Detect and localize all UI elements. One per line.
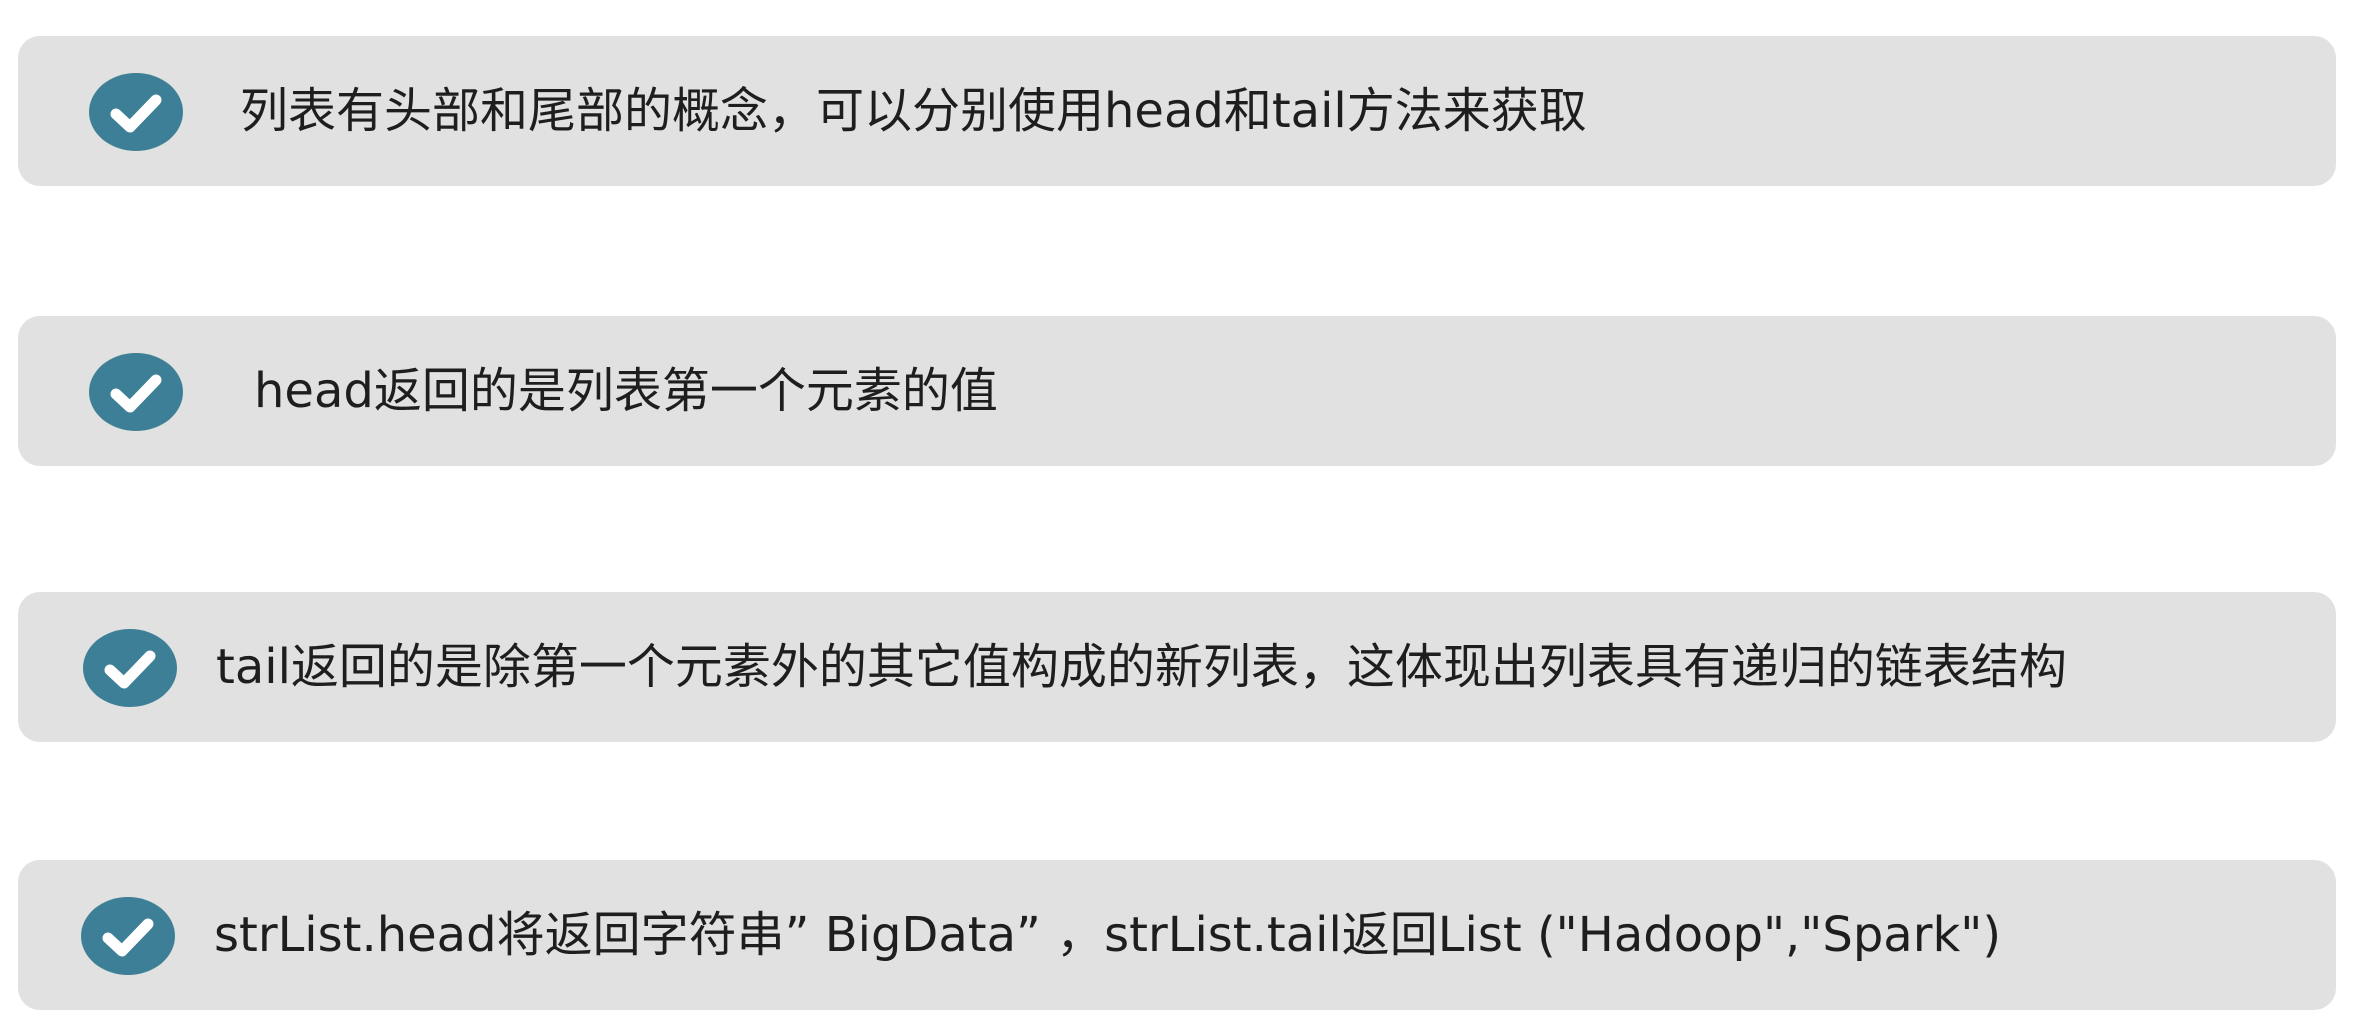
bullet-card-4: strList.head将返回字符串” BigData” ，strList.ta… xyxy=(18,860,2336,1010)
check-circle-icon xyxy=(88,352,184,432)
bullet-text: strList.head将返回字符串” BigData” ，strList.ta… xyxy=(214,907,2002,963)
bullet-text: tail返回的是除第一个元素外的其它值构成的新列表，这体现出列表具有递归的链表结… xyxy=(216,639,2067,695)
check-circle-icon xyxy=(82,628,178,708)
check-circle-icon xyxy=(80,896,176,976)
bullet-text: head返回的是列表第一个元素的值 xyxy=(254,363,998,419)
check-circle-icon xyxy=(88,72,184,152)
bullet-card-1: 列表有头部和尾部的概念，可以分别使用head和tail方法来获取 xyxy=(18,36,2336,186)
bullet-text: 列表有头部和尾部的概念，可以分别使用head和tail方法来获取 xyxy=(240,83,1587,139)
bullet-card-3: tail返回的是除第一个元素外的其它值构成的新列表，这体现出列表具有递归的链表结… xyxy=(18,592,2336,742)
bullet-card-2: head返回的是列表第一个元素的值 xyxy=(18,316,2336,466)
